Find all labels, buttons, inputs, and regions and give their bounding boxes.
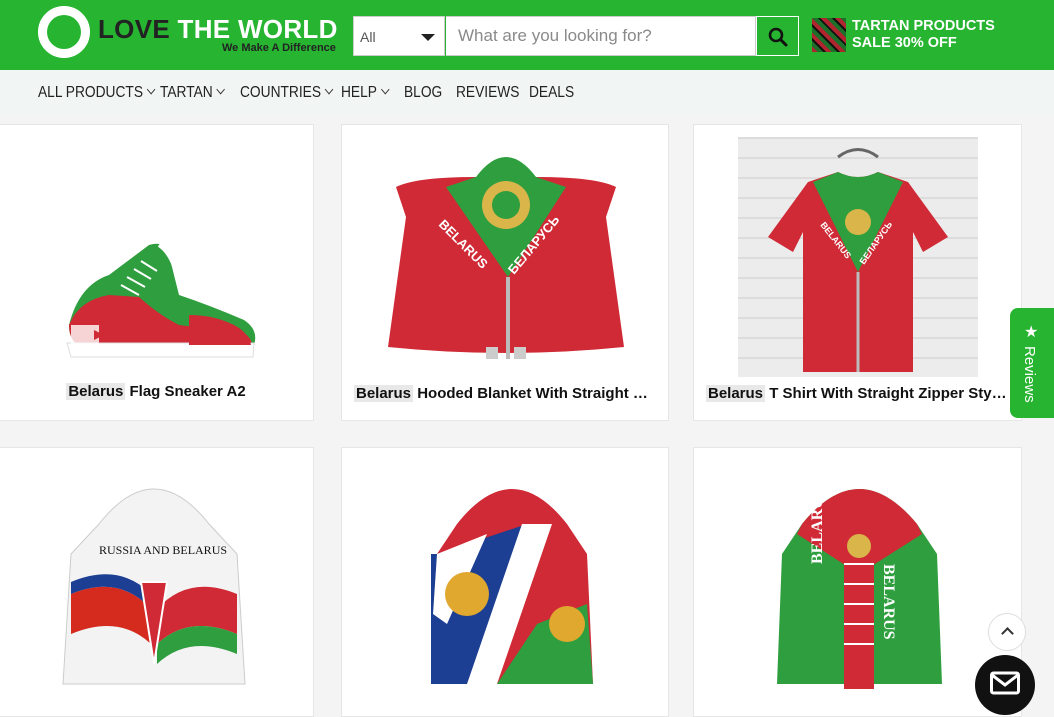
product-image-t-shirt[interactable]: BELARUS БЕЛАРУСЬ [738,137,978,377]
svg-text:BELARUS: BELARUS [809,488,826,564]
top-header: LOVE THE WORLD We Make A Difference All … [0,0,1054,70]
nav-reviews[interactable]: REVIEWS [456,84,519,102]
mail-icon [990,671,1020,695]
product-title[interactable]: Belarus T Shirt With Straight Zipper Sty… [694,385,1021,402]
product-title[interactable]: Belarus Hooded Blanket With Straight Zip… [342,385,668,402]
main-nav: ALL PRODUCTS TARTAN COUNTRIES HELP BLOG … [0,70,1054,116]
reviews-side-tab[interactable]: ★ Reviews [1010,308,1054,418]
star-icon: ★ [1024,324,1039,341]
product-image-sneaker[interactable] [39,185,279,405]
nav-blog[interactable]: BLOG [404,84,442,102]
chevron-down-icon [216,84,226,95]
nav-deals[interactable]: DEALS [529,84,574,102]
product-card[interactable] [341,447,669,717]
category-select[interactable]: All [353,16,445,56]
product-card[interactable]: BELARUS БЕЛАРУСЬ Belarus T Shirt With St… [693,124,1022,421]
chat-button[interactable] [975,655,1035,715]
nav-tartan[interactable]: TARTAN [160,84,226,102]
product-card[interactable]: BELARUS BELARUS [693,447,1022,717]
tartan-promo-banner[interactable]: TARTAN PRODUCTS SALE 30% OFF [812,18,995,54]
product-card[interactable]: RUSSIA AND BELARUS [0,447,314,717]
chevron-down-icon [380,84,390,95]
product-image-hooded-blanket[interactable]: BELARUS БЕЛАРУСЬ [386,147,626,363]
nav-countries[interactable]: COUNTRIES [240,84,334,102]
chevron-down-icon [324,84,334,95]
nav-help[interactable]: HELP [341,84,390,102]
promo-line-1: TARTAN PRODUCTS [852,18,995,34]
product-card[interactable]: Belarus Flag Sneaker A2 [0,124,314,421]
search-icon [768,27,788,47]
product-title[interactable]: Belarus Flag Sneaker A2 [0,383,313,400]
logo-title: LOVE THE WORLD [98,14,338,44]
promo-line-2: SALE 30% OFF [852,35,957,51]
svg-text:BELARUS: BELARUS [880,564,897,640]
chevron-up-icon [1001,627,1014,640]
nav-all-products[interactable]: ALL PRODUCTS [38,84,156,102]
search-input[interactable] [446,16,756,56]
site-logo[interactable]: LOVE THE WORLD We Make A Difference [38,6,338,62]
back-to-top-button[interactable] [988,613,1026,651]
globe-icon [38,6,90,58]
svg-text:RUSSIA AND BELARUS: RUSSIA AND BELARUS [99,543,227,557]
caret-down-icon [421,34,435,41]
tartan-pattern-icon [812,18,846,52]
product-card[interactable]: BELARUS БЕЛАРУСЬ Belarus Hooded Blanket … [341,124,669,421]
product-image-hoodie[interactable] [427,464,597,704]
chevron-down-icon [146,84,156,95]
product-image-hoodie[interactable]: BELARUS BELARUS [772,464,947,704]
product-image-hoodie[interactable]: RUSSIA AND BELARUS [59,464,249,704]
logo-tagline: We Make A Difference [222,42,336,54]
search-button[interactable] [756,16,799,56]
